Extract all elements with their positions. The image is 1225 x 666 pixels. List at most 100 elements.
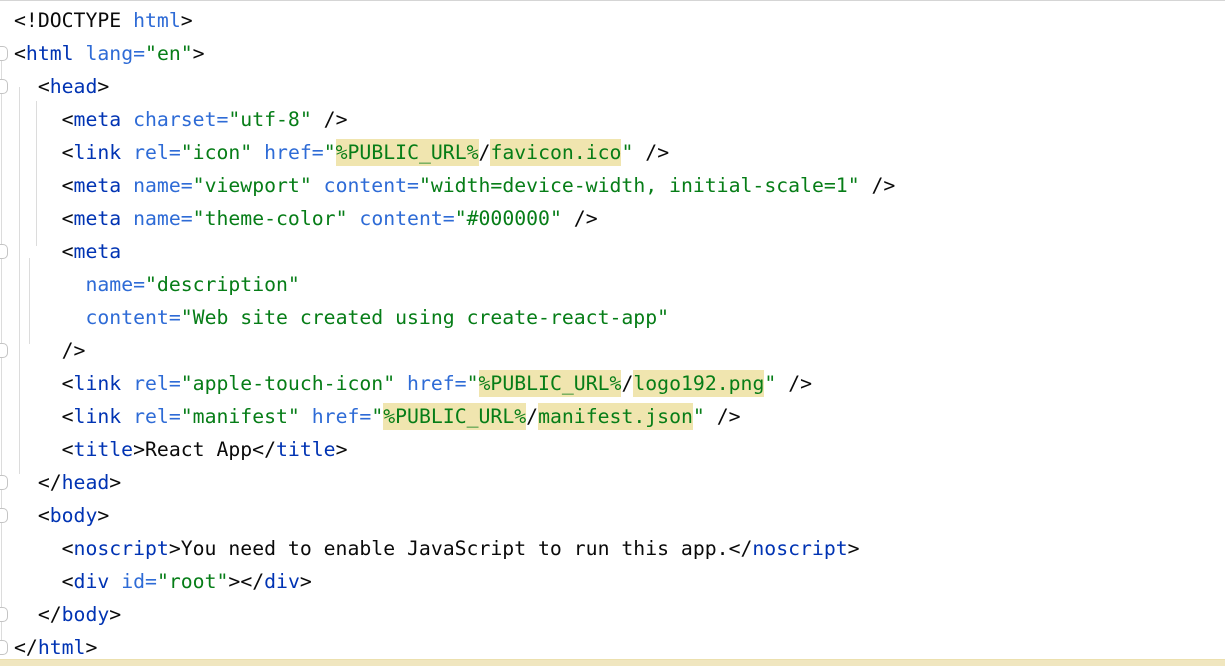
- code-token: />: [705, 405, 741, 428]
- fold-connector-line: [29, 258, 30, 344]
- code-token: <: [14, 108, 74, 131]
- code-token: rel=: [133, 372, 181, 395]
- code-line[interactable]: <noscript>You need to enable JavaScript …: [0, 532, 1225, 565]
- code-token: "theme-color": [193, 207, 348, 230]
- code-editor[interactable]: <!DOCTYPE html><html lang="en"> <head> <…: [0, 0, 1225, 666]
- code-token: head: [62, 471, 110, 494]
- code-token: <: [14, 174, 74, 197]
- code-token: "icon": [181, 141, 252, 164]
- code-line[interactable]: name="description": [0, 268, 1225, 301]
- code-token: rel=: [133, 141, 181, 164]
- code-token: >: [848, 537, 860, 560]
- code-token: <: [14, 240, 74, 263]
- code-token: ></: [228, 570, 264, 593]
- code-token: [121, 372, 133, 395]
- code-line[interactable]: <!DOCTYPE html>: [0, 4, 1225, 37]
- bottom-strip: [0, 659, 1225, 666]
- code-token: <: [14, 42, 26, 65]
- code-token: html: [133, 9, 181, 32]
- code-line[interactable]: <div id="root"></div>: [0, 565, 1225, 598]
- code-token: <: [14, 405, 74, 428]
- code-token: <: [14, 570, 74, 593]
- code-line[interactable]: </head>: [0, 466, 1225, 499]
- code-token: ": [764, 372, 776, 395]
- code-area[interactable]: <!DOCTYPE html><html lang="en"> <head> <…: [0, 4, 1225, 664]
- code-token: [121, 174, 133, 197]
- template-highlight: %PUBLIC_URL%: [479, 370, 622, 397]
- fold-toggle[interactable]: [0, 640, 8, 655]
- code-token: html: [38, 636, 86, 659]
- code-token: <: [14, 537, 74, 560]
- code-token: content=: [85, 306, 180, 329]
- code-token: ": [324, 141, 336, 164]
- code-token: </: [14, 636, 38, 659]
- code-token: rel=: [133, 405, 181, 428]
- code-token: <: [14, 207, 74, 230]
- code-token: link: [74, 141, 122, 164]
- code-token: link: [74, 372, 122, 395]
- code-token: [252, 141, 264, 164]
- code-line[interactable]: <title>React App</title>: [0, 433, 1225, 466]
- code-token: title: [74, 438, 134, 461]
- code-token: />: [14, 339, 85, 362]
- code-line[interactable]: <link rel="manifest" href="%PUBLIC_URL%/…: [0, 400, 1225, 433]
- code-line[interactable]: />: [0, 334, 1225, 367]
- fold-toggle[interactable]: [0, 79, 8, 94]
- fold-toggle[interactable]: [0, 475, 8, 490]
- code-token: "en": [145, 42, 193, 65]
- code-token: >: [336, 438, 348, 461]
- fold-toggle[interactable]: [0, 607, 8, 622]
- code-token: href=: [312, 405, 372, 428]
- code-line[interactable]: <meta charset="utf-8" />: [0, 103, 1225, 136]
- code-token: link: [74, 405, 122, 428]
- code-token: />: [776, 372, 812, 395]
- template-highlight: manifest.json: [538, 403, 693, 430]
- code-line[interactable]: <meta name="theme-color" content="#00000…: [0, 202, 1225, 235]
- code-token: "Web site created using create-react-app…: [181, 306, 669, 329]
- code-token: body: [62, 603, 110, 626]
- code-token: meta: [74, 207, 122, 230]
- code-token: >: [85, 636, 97, 659]
- code-token: content=: [359, 207, 454, 230]
- code-token: [395, 372, 407, 395]
- code-token: [121, 207, 133, 230]
- code-token: >: [193, 42, 205, 65]
- fold-toggle[interactable]: [0, 343, 8, 358]
- fold-toggle[interactable]: [0, 46, 8, 61]
- code-token: name=: [133, 207, 193, 230]
- fold-toggle[interactable]: [0, 244, 8, 259]
- code-token: >: [109, 471, 121, 494]
- code-token: meta: [74, 174, 122, 197]
- code-token: "apple-touch-icon": [181, 372, 395, 395]
- code-token: >: [97, 504, 109, 527]
- code-token: div: [264, 570, 300, 593]
- code-token: [14, 306, 85, 329]
- code-line[interactable]: <link rel="icon" href="%PUBLIC_URL%/favi…: [0, 136, 1225, 169]
- code-line[interactable]: <html lang="en">: [0, 37, 1225, 70]
- code-token: [121, 141, 133, 164]
- code-line[interactable]: <meta: [0, 235, 1225, 268]
- code-token: >: [97, 75, 109, 98]
- code-token: ": [621, 141, 633, 164]
- code-line[interactable]: <link rel="apple-touch-icon" href="%PUBL…: [0, 367, 1225, 400]
- code-token: />: [860, 174, 896, 197]
- code-token: name=: [133, 174, 193, 197]
- code-token: [347, 207, 359, 230]
- code-line[interactable]: <body>: [0, 499, 1225, 532]
- code-token: ": [693, 405, 705, 428]
- code-token: title: [276, 438, 336, 461]
- code-token: /: [526, 405, 538, 428]
- code-line[interactable]: <meta name="viewport" content="width=dev…: [0, 169, 1225, 202]
- code-line[interactable]: content="Web site created using create-r…: [0, 301, 1225, 334]
- code-token: <: [14, 438, 74, 461]
- code-token: /: [479, 141, 491, 164]
- code-line[interactable]: <head>: [0, 70, 1225, 103]
- code-token: "utf-8": [228, 108, 311, 131]
- code-line[interactable]: </body>: [0, 598, 1225, 631]
- code-token: lang=: [85, 42, 145, 65]
- code-token: <!DOCTYPE: [14, 9, 133, 32]
- template-highlight: logo192.png: [633, 370, 764, 397]
- code-token: [312, 174, 324, 197]
- fold-toggle[interactable]: [0, 508, 8, 523]
- code-token: >: [300, 570, 312, 593]
